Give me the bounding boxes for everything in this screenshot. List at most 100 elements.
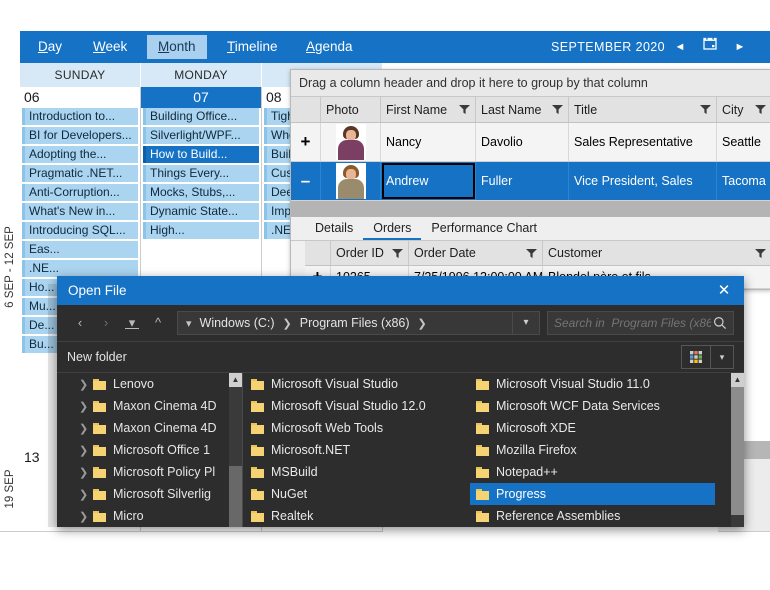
list-item[interactable]: Microsoft Web Tools — [245, 417, 460, 439]
next-period-button[interactable]: ► — [728, 31, 752, 63]
row-expander-button[interactable]: + — [291, 123, 321, 161]
triangle-up-icon[interactable]: ▲ — [731, 373, 744, 387]
folder-tree-item[interactable]: ❯Maxon Cinema 4D — [57, 417, 242, 439]
funnel-filter-icon[interactable] — [755, 105, 766, 114]
tab-performance-chart[interactable]: Performance Chart — [421, 217, 547, 240]
appointment[interactable]: Adopting the... — [22, 146, 138, 163]
close-icon[interactable]: ✕ — [704, 276, 744, 305]
first-name-cell-focused[interactable]: Andrew — [381, 162, 476, 200]
dialog-title-bar[interactable]: Open File ✕ — [57, 276, 744, 305]
chevron-right-icon[interactable]: ❯ — [79, 378, 93, 391]
list-item[interactable]: Microsoft.NET — [245, 439, 460, 461]
view-button-day[interactable]: Day — [27, 35, 73, 59]
tab-orders[interactable]: Orders — [363, 217, 421, 240]
triangle-up-icon[interactable]: ▲ — [229, 373, 242, 387]
list-item[interactable]: MSBuild — [245, 461, 460, 483]
folder-tree-item[interactable]: ❯Maxon Cinema 4D — [57, 395, 242, 417]
grid-header-first-name[interactable]: First Name — [381, 97, 476, 122]
appointment[interactable]: Anti-Corruption... — [22, 184, 138, 201]
last-name-cell[interactable]: Davolio — [476, 123, 569, 161]
up-button[interactable]: ^ — [145, 310, 171, 336]
prev-period-button[interactable]: ◄ — [668, 31, 692, 63]
breadcrumb-root-drop-icon[interactable]: ▾ — [178, 317, 195, 330]
folder-tree[interactable]: ❯Lenovo❯Maxon Cinema 4D❯Maxon Cinema 4D❯… — [57, 373, 243, 527]
view-button-month[interactable]: Month — [147, 35, 207, 59]
appointment[interactable]: What's New in... — [22, 203, 138, 220]
list-item[interactable]: Notepad++ — [470, 461, 715, 483]
row-collapse-button[interactable]: – — [291, 162, 321, 200]
file-list[interactable]: Microsoft Visual StudioMicrosoft Visual … — [243, 373, 744, 527]
folder-tree-item[interactable]: ❯Microsoft Policy Pl — [57, 461, 242, 483]
funnel-filter-icon[interactable] — [459, 105, 470, 114]
appointment[interactable]: Things Every... — [143, 165, 259, 182]
orders-header-order-date[interactable]: Order Date — [409, 241, 543, 265]
funnel-filter-icon[interactable] — [526, 249, 537, 258]
appointment[interactable]: BI for Developers... — [22, 127, 138, 144]
last-name-cell[interactable]: Fuller — [476, 162, 569, 200]
chevron-right-icon[interactable]: ❯ — [79, 510, 93, 523]
grid-header-last-name[interactable]: Last Name — [476, 97, 569, 122]
list-scrollbar[interactable]: ▲ — [731, 373, 744, 527]
chevron-right-icon[interactable]: ❯ — [79, 488, 93, 501]
breadcrumb-item-folder[interactable]: Program Files (x86) — [295, 316, 415, 330]
list-scrollbar-thumb[interactable] — [731, 387, 744, 515]
appointment[interactable]: Dynamic State... — [143, 203, 259, 220]
view-button-agenda[interactable]: Agenda — [295, 35, 364, 59]
view-dropdown-icon[interactable]: ▾ — [711, 345, 734, 369]
list-item[interactable]: Microsoft Visual Studio 12.0 — [245, 395, 460, 417]
folder-tree-item[interactable]: ❯Micro — [57, 505, 242, 527]
grid-header-city[interactable]: City — [717, 97, 770, 122]
funnel-filter-icon[interactable] — [552, 105, 563, 114]
breadcrumb-dropdown-icon[interactable]: ▾ — [512, 312, 539, 334]
funnel-filter-icon[interactable] — [700, 105, 711, 114]
title-cell[interactable]: Sales Representative — [569, 123, 717, 161]
folder-tree-item[interactable]: ❯Microsoft Office 1 — [57, 439, 242, 461]
back-button[interactable]: ‹ — [67, 310, 93, 336]
today-calendar-button[interactable] — [698, 31, 722, 63]
recent-locations-button[interactable]: ▾ — [119, 310, 145, 336]
chevron-right-icon[interactable]: ❯ — [79, 444, 93, 457]
group-by-panel[interactable]: Drag a column header and drop it here to… — [291, 70, 770, 97]
tab-details[interactable]: Details — [305, 217, 363, 240]
list-item[interactable]: Mozilla Firefox — [470, 439, 715, 461]
list-item[interactable]: Realtek — [245, 505, 460, 527]
view-grid-icon[interactable] — [681, 345, 711, 369]
chevron-right-icon[interactable]: ❯ — [79, 466, 93, 479]
list-item[interactable]: Microsoft WCF Data Services — [470, 395, 715, 417]
title-cell[interactable]: Vice President, Sales — [569, 162, 717, 200]
view-button-week[interactable]: Week — [82, 35, 138, 59]
table-row[interactable]: + Nancy Davolio Sales Representative Sea… — [291, 123, 770, 162]
orders-header-order-id[interactable]: Order ID — [331, 241, 409, 265]
table-row[interactable]: – Andrew Fuller Vice President, Sales Ta… — [291, 162, 770, 201]
tree-scrollbar-thumb[interactable] — [229, 466, 242, 527]
chevron-right-icon[interactable]: ❯ — [79, 400, 93, 413]
funnel-filter-icon[interactable] — [392, 249, 403, 258]
appointment[interactable]: Building Office... — [143, 108, 259, 125]
search-box[interactable] — [547, 311, 734, 335]
list-item[interactable]: Reference Assemblies — [470, 505, 715, 527]
grid-header-photo[interactable]: Photo — [321, 97, 381, 122]
orders-header-customer[interactable]: Customer — [543, 241, 770, 265]
folder-tree-item[interactable]: ❯Microsoft Silverlig — [57, 483, 242, 505]
appointment[interactable]: How to Build... — [143, 146, 259, 163]
appointment[interactable]: Introduction to... — [22, 108, 138, 125]
breadcrumb-item-drive[interactable]: Windows (C:) — [195, 316, 280, 330]
appointment[interactable]: Eas... — [22, 241, 138, 258]
list-item[interactable]: NuGet — [245, 483, 460, 505]
breadcrumb[interactable]: ▾ Windows (C:) ❯ Program Files (x86) ❯ ▾ — [177, 311, 540, 335]
first-name-cell[interactable]: Nancy — [381, 123, 476, 161]
list-item[interactable]: Progress — [470, 483, 715, 505]
grid-header-title[interactable]: Title — [569, 97, 717, 122]
view-button-timeline[interactable]: Timeline — [216, 35, 289, 59]
appointment[interactable]: Introducing SQL... — [22, 222, 138, 239]
forward-button[interactable]: › — [93, 310, 119, 336]
folder-tree-item[interactable]: ❯Lenovo — [57, 373, 242, 395]
chevron-right-icon[interactable]: ❯ — [79, 422, 93, 435]
city-cell[interactable]: Seattle — [717, 123, 770, 161]
appointment[interactable]: Pragmatic .NET... — [22, 165, 138, 182]
appointment[interactable]: .NE... — [22, 260, 138, 277]
tree-scrollbar[interactable]: ▲ — [229, 373, 242, 527]
list-item[interactable]: Microsoft Visual Studio 11.0 — [470, 373, 715, 395]
search-icon[interactable] — [713, 316, 727, 330]
appointment[interactable]: Mocks, Stubs,... — [143, 184, 259, 201]
